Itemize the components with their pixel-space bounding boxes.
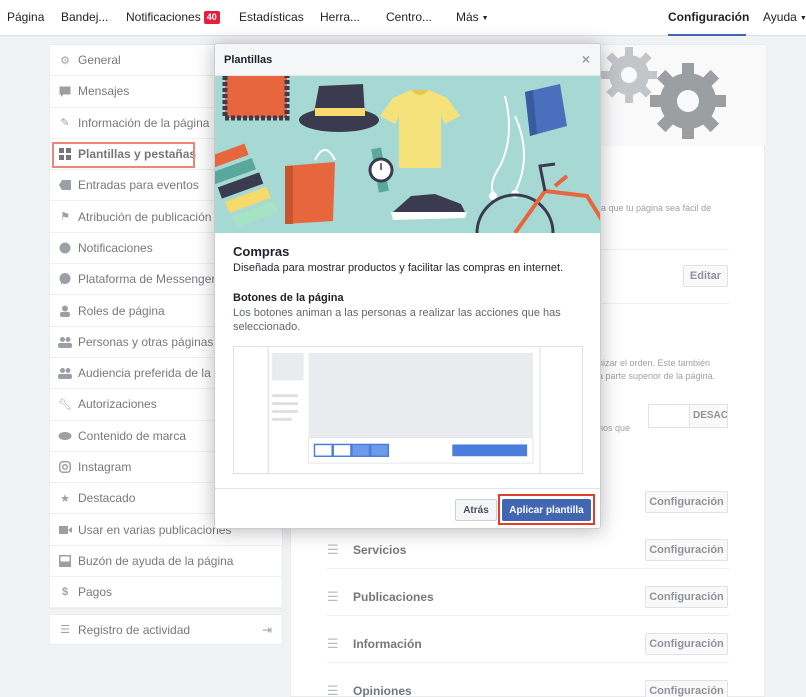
template-preview [233, 346, 583, 474]
nav-tools[interactable]: Herra... [320, 0, 360, 36]
nav-inbox[interactable]: Bandej... [61, 0, 108, 36]
close-icon[interactable]: × [582, 51, 590, 67]
nav-notifications-label: Notificaciones [126, 10, 201, 24]
nav-insights[interactable]: Estadísticas [239, 0, 304, 36]
shopping-illustration [215, 76, 600, 233]
top-navigation: Página Bandej... Notificaciones 40 Estadí… [0, 0, 806, 36]
dialog-footer: Atrás Aplicar plantilla [215, 488, 600, 528]
template-name: Compras [233, 244, 290, 259]
page-buttons-description: Los botones animan a las personas a real… [233, 307, 561, 333]
nav-help[interactable]: Ayuda ▼ [763, 0, 806, 36]
nav-more-label: Más [456, 10, 479, 24]
nav-settings[interactable]: Configuración [668, 0, 749, 36]
dialog-header: Plantillas × [215, 44, 600, 76]
nav-center[interactable]: Centro... [386, 0, 432, 36]
template-description: Diseñada para mostrar productos y facili… [233, 262, 564, 274]
back-button[interactable]: Atrás [455, 499, 497, 521]
apply-template-button[interactable]: Aplicar plantilla [502, 499, 591, 521]
nav-more[interactable]: Más ▼ [456, 0, 489, 36]
templates-dialog: Plantillas × Compras Diseñada para mostr… [214, 43, 601, 529]
caret-down-icon: ▼ [481, 15, 489, 22]
dialog-title: Plantillas [224, 53, 273, 66]
nav-notifications[interactable]: Notificaciones 40 [126, 0, 220, 36]
nav-help-label: Ayuda [763, 10, 797, 24]
page-buttons-heading: Botones de la página [233, 292, 344, 304]
nav-page[interactable]: Página [7, 0, 44, 36]
caret-down-icon: ▼ [799, 15, 806, 22]
notifications-badge: 40 [203, 11, 220, 24]
